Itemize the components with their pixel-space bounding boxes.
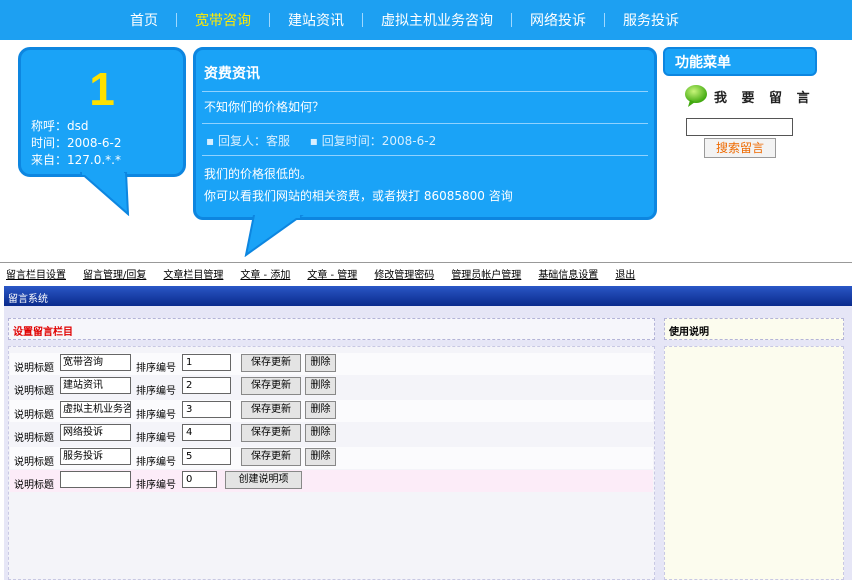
message-bubble-tail — [244, 215, 304, 257]
title-input[interactable]: 宽带咨询 — [60, 354, 131, 371]
title-label: 说明标题 — [14, 433, 54, 444]
nav-item-virtual-host[interactable]: 虚拟主机业务咨询 — [363, 10, 511, 30]
admin-nav-message-manage[interactable]: 留言管理/回复 — [83, 266, 146, 281]
title-input[interactable]: 网络投诉 — [60, 424, 131, 441]
table-row: 说明标题 服务投诉 排序编号 5 保存更新 删除 — [10, 447, 653, 469]
order-input[interactable]: 3 — [182, 401, 231, 418]
title-label: 说明标题 — [14, 410, 54, 421]
function-menu-header: 功能菜单 — [663, 47, 817, 76]
admin-nav-logout[interactable]: 退出 — [615, 266, 635, 281]
save-button[interactable]: 保存更新 — [241, 377, 301, 395]
order-input[interactable]: 2 — [182, 377, 231, 394]
order-input[interactable]: 5 — [182, 448, 231, 465]
reply-text-2: 你可以看我们网站的相关资费，或者拨打 86085800 咨询 — [204, 189, 513, 203]
title-input[interactable]: 服务投诉 — [60, 448, 131, 465]
delete-button[interactable]: 删除 — [305, 448, 336, 466]
delete-button[interactable]: 删除 — [305, 377, 336, 395]
divider — [202, 123, 648, 124]
poster-bubble: 1 称呼：dsd 时间：2008-6-2 来自：127.0.*.* — [18, 47, 186, 177]
reply-meta: ▪ 回复人：客服 ▪ 回复时间：2008-6-2 — [206, 132, 452, 149]
title-label: 说明标题 — [14, 480, 54, 491]
message-number: 1 — [89, 63, 115, 115]
order-input[interactable]: 1 — [182, 354, 231, 371]
usage-body — [664, 346, 844, 580]
title-label: 说明标题 — [14, 363, 54, 374]
order-label: 排序编号 — [136, 480, 176, 491]
speech-bubble-icon — [685, 85, 707, 107]
divider — [202, 155, 648, 156]
order-label: 排序编号 — [136, 410, 176, 421]
top-nav-items: 首页 宽带咨询 建站资讯 虚拟主机业务咨询 网络投诉 服务投诉 — [112, 0, 697, 40]
new-order-input[interactable]: 0 — [182, 471, 217, 488]
title-label: 说明标题 — [14, 457, 54, 468]
divider — [202, 91, 648, 92]
system-title-bar: 留言系统 — [4, 286, 852, 306]
admin-nav-change-password[interactable]: 修改管理密码 — [374, 266, 434, 281]
message-question: 不知你们的价格如何？ — [204, 100, 325, 114]
order-label: 排序编号 — [136, 457, 176, 468]
usage-header: 使用说明 — [664, 318, 844, 340]
admin-nav-message-column[interactable]: 留言栏目设置 — [6, 266, 66, 281]
order-label: 排序编号 — [136, 363, 176, 374]
reply-time: ▪ 回复时间：2008-6-2 — [309, 134, 437, 148]
table-row: 说明标题 宽带咨询 排序编号 1 保存更新 删除 — [10, 353, 653, 375]
poster-time: 时间：2008-6-2 — [31, 136, 122, 150]
column-settings-header: 设置留言栏目 — [8, 318, 655, 340]
reply-text-1: 我们的价格很低的。 — [204, 167, 313, 181]
page: 首页 宽带咨询 建站资讯 虚拟主机业务咨询 网络投诉 服务投诉 1 称呼：dsd… — [0, 0, 852, 580]
save-button[interactable]: 保存更新 — [241, 354, 301, 372]
title-input[interactable]: 建站资讯 — [60, 377, 131, 394]
delete-button[interactable]: 删除 — [305, 354, 336, 372]
title-input[interactable]: 虚拟主机业务咨询 — [60, 401, 131, 418]
save-button[interactable]: 保存更新 — [241, 448, 301, 466]
admin-nav-article-add[interactable]: 文章 - 添加 — [240, 266, 290, 281]
delete-button[interactable]: 删除 — [305, 424, 336, 442]
poster-name: 称呼：dsd — [31, 119, 89, 133]
top-nav: 首页 宽带咨询 建站资讯 虚拟主机业务咨询 网络投诉 服务投诉 — [0, 0, 852, 40]
column-settings-title: 设置留言栏目 — [13, 327, 73, 338]
poster-bubble-tail — [80, 172, 130, 216]
poster-ip: 来自：127.0.*.* — [31, 153, 121, 167]
order-label: 排序编号 — [136, 386, 176, 397]
table-row: 说明标题 网络投诉 排序编号 4 保存更新 删除 — [10, 423, 653, 445]
order-input[interactable]: 4 — [182, 424, 231, 441]
usage-title: 使用说明 — [669, 327, 709, 338]
message-title: 资费资讯 — [204, 66, 260, 82]
admin-nav-admin-accounts[interactable]: 管理员帐户管理 — [451, 266, 521, 281]
save-button[interactable]: 保存更新 — [241, 401, 301, 419]
save-button[interactable]: 保存更新 — [241, 424, 301, 442]
replier: ▪ 回复人：客服 — [206, 134, 290, 148]
leave-message-link[interactable]: 我 要 留 言 — [684, 84, 815, 108]
nav-item-home[interactable]: 首页 — [112, 10, 176, 30]
nav-item-network-complaint[interactable]: 网络投诉 — [512, 10, 604, 30]
admin-nav: 留言栏目设置 留言管理/回复 文章栏目管理 文章 - 添加 文章 - 管理 修改… — [0, 262, 852, 284]
search-message-input[interactable] — [686, 118, 793, 136]
order-label: 排序编号 — [136, 433, 176, 444]
poster-info: 称呼：dsd 时间：2008-6-2 来自：127.0.*.* — [31, 118, 121, 169]
nav-item-broadband[interactable]: 宽带咨询 — [177, 10, 269, 30]
new-title-input[interactable] — [60, 471, 131, 488]
nav-item-service-complaint[interactable]: 服务投诉 — [605, 10, 697, 30]
table-row: 说明标题 建站资讯 排序编号 2 保存更新 删除 — [10, 376, 653, 398]
message-bubble: 资费资讯 不知你们的价格如何？ ▪ 回复人：客服 ▪ 回复时间：2008-6-2… — [193, 47, 657, 220]
table-row: 说明标题 虚拟主机业务咨询 排序编号 3 保存更新 删除 — [10, 400, 653, 422]
nav-item-website-news[interactable]: 建站资讯 — [270, 10, 362, 30]
new-item-row: 说明标题 排序编号 0 创建说明项 — [10, 470, 653, 492]
title-label: 说明标题 — [14, 386, 54, 397]
search-message-button[interactable]: 搜索留言 — [704, 138, 776, 158]
leave-message-label: 我 要 留 言 — [714, 90, 815, 106]
admin-nav-article-column[interactable]: 文章栏目管理 — [163, 266, 223, 281]
admin-nav-basic-settings[interactable]: 基础信息设置 — [538, 266, 598, 281]
delete-button[interactable]: 删除 — [305, 401, 336, 419]
admin-nav-article-manage[interactable]: 文章 - 管理 — [307, 266, 357, 281]
create-item-button[interactable]: 创建说明项 — [225, 471, 302, 489]
